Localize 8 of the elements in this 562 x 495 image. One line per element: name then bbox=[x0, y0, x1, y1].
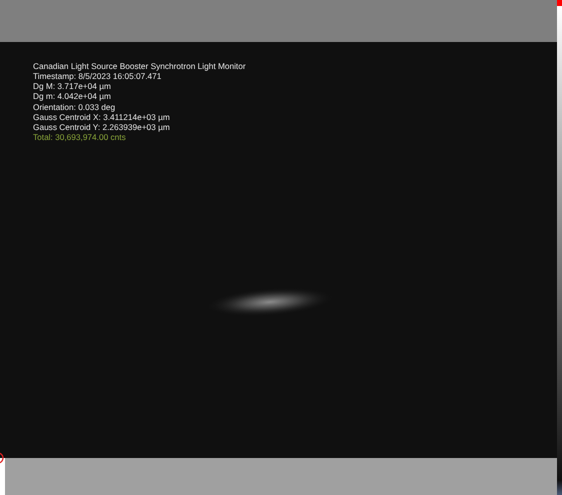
overlay-text: Canadian Light Source Booster Synchrotron Light Monitor bbox=[33, 61, 246, 71]
overlay-text: Orientation: 0.033 deg bbox=[33, 102, 116, 112]
overlay-text: Gauss Centroid Y: 2.263939e+03 µm bbox=[33, 122, 170, 132]
overlay-text: Gauss Centroid X: 3.411214e+03 µm bbox=[33, 112, 170, 122]
total-counts-text: Total: 30,693,974.00 cnts bbox=[33, 132, 126, 142]
overlay-text: Dg m: 4.042e+04 µm bbox=[33, 91, 111, 101]
overlay-text: Dg M: 3.717e+04 µm bbox=[33, 81, 111, 91]
overlay-text: Timestamp: 8/5/2023 16:05:07.471 bbox=[33, 71, 162, 81]
